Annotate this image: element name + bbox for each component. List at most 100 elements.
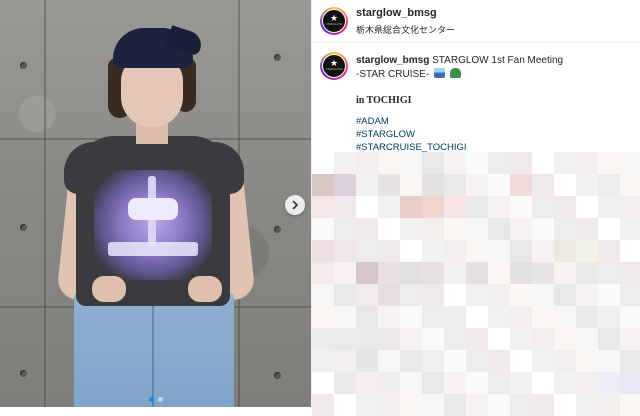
mosaic-tile [510,372,532,394]
mosaic-tile [576,218,598,240]
mosaic-tile [444,372,466,394]
mosaic-tile [488,284,510,306]
mosaic-tile [444,284,466,306]
hashtag-link[interactable]: #STARGLOW [356,129,415,140]
profile-avatar[interactable]: ★ STARGLOW [320,7,348,35]
carousel-next-button[interactable] [285,195,305,215]
mosaic-tile [378,196,400,218]
mosaic-tile [400,284,422,306]
mosaic-tile [510,262,532,284]
mosaic-tile [422,218,444,240]
mosaic-tile [422,284,444,306]
mosaic-tile [466,372,488,394]
mosaic-tile [620,196,640,218]
mosaic-tile [532,262,554,284]
mosaic-tile [488,372,510,394]
mosaic-tile [400,152,422,174]
caption-second-line: -STAR CRUISE- [356,68,461,80]
mosaic-tile [334,218,356,240]
mosaic-tile [312,240,334,262]
mosaic-tile [356,196,378,218]
mosaic-tile [400,306,422,328]
mosaic-tile [598,196,620,218]
mosaic-tile [466,262,488,284]
mosaic-tile [510,306,532,328]
mosaic-tile [312,218,334,240]
mosaic-tile [576,196,598,218]
post-photo[interactable] [0,0,311,407]
hashtag-link[interactable]: #ADAM [356,116,389,127]
caption-subtitle: -STAR CRUISE- [356,69,430,80]
mosaic-tile [444,196,466,218]
chevron-right-icon [292,200,298,210]
mosaic-tile [488,152,510,174]
mosaic-tile [422,174,444,196]
mosaic-tile [598,350,620,372]
shirt-graphic [94,170,212,280]
person-figure [0,0,311,407]
mosaic-tile [378,262,400,284]
mosaic-tile [334,196,356,218]
caption-location: in TOCHIGI [356,95,412,106]
mosaic-tile [620,240,640,262]
mosaic-tile [598,284,620,306]
mosaic-tile [510,218,532,240]
mosaic-tile [510,328,532,350]
mosaic-tile [334,152,356,174]
avatar-logo-text: STARGLOW [325,22,343,26]
mosaic-tile [488,196,510,218]
header-location[interactable]: 栃木県総合文化センター [356,23,455,36]
mosaic-tile [598,328,620,350]
mosaic-tile [378,306,400,328]
mosaic-tile [356,394,378,416]
caption-username[interactable]: starglow_bmsg [356,55,429,66]
caption-first-line: starglow_bmsg STARGLOW 1st Fan Meeting [356,55,563,66]
mosaic-tile [532,350,554,372]
mosaic-tile [334,174,356,196]
mosaic-tile [312,394,334,416]
mosaic-tile [334,306,356,328]
mosaic-tile [576,152,598,174]
mosaic-tile [510,196,532,218]
carousel-dot-active[interactable] [148,397,154,402]
mosaic-tile [532,240,554,262]
mosaic-tile [312,284,334,306]
mosaic-tile [576,328,598,350]
mosaic-tile [312,262,334,284]
mosaic-tile [620,394,640,416]
caption-avatar[interactable]: ★ STARGLOW [320,52,348,80]
mosaic-tile [554,284,576,306]
mosaic-tile [378,152,400,174]
carousel-dots [0,397,311,402]
mosaic-tile [620,328,640,350]
car-icon [449,68,461,78]
mosaic-tile [466,350,488,372]
mosaic-tile [620,262,640,284]
mosaic-tile [620,306,640,328]
mosaic-tile [620,372,640,394]
mosaic-tile [598,174,620,196]
mosaic-tile [466,240,488,262]
mosaic-tile [444,152,466,174]
mosaic-tile [532,218,554,240]
mosaic-tile [356,328,378,350]
mosaic-tile [422,196,444,218]
mosaic-tile [576,306,598,328]
mosaic-tile [532,174,554,196]
mosaic-tile [620,218,640,240]
mosaic-tile [312,372,334,394]
carousel-dot[interactable] [157,397,163,402]
mosaic-tile [554,262,576,284]
mosaic-tile [356,218,378,240]
mosaic-tile [312,350,334,372]
mosaic-tile [378,174,400,196]
mosaic-tile [422,394,444,416]
mosaic-tile [334,328,356,350]
mosaic-tile [554,196,576,218]
mosaic-tile [554,152,576,174]
mosaic-tile [576,284,598,306]
header-username[interactable]: starglow_bmsg [356,7,437,19]
mosaic-tile [356,262,378,284]
mosaic-tile [378,284,400,306]
mosaic-tile [422,328,444,350]
